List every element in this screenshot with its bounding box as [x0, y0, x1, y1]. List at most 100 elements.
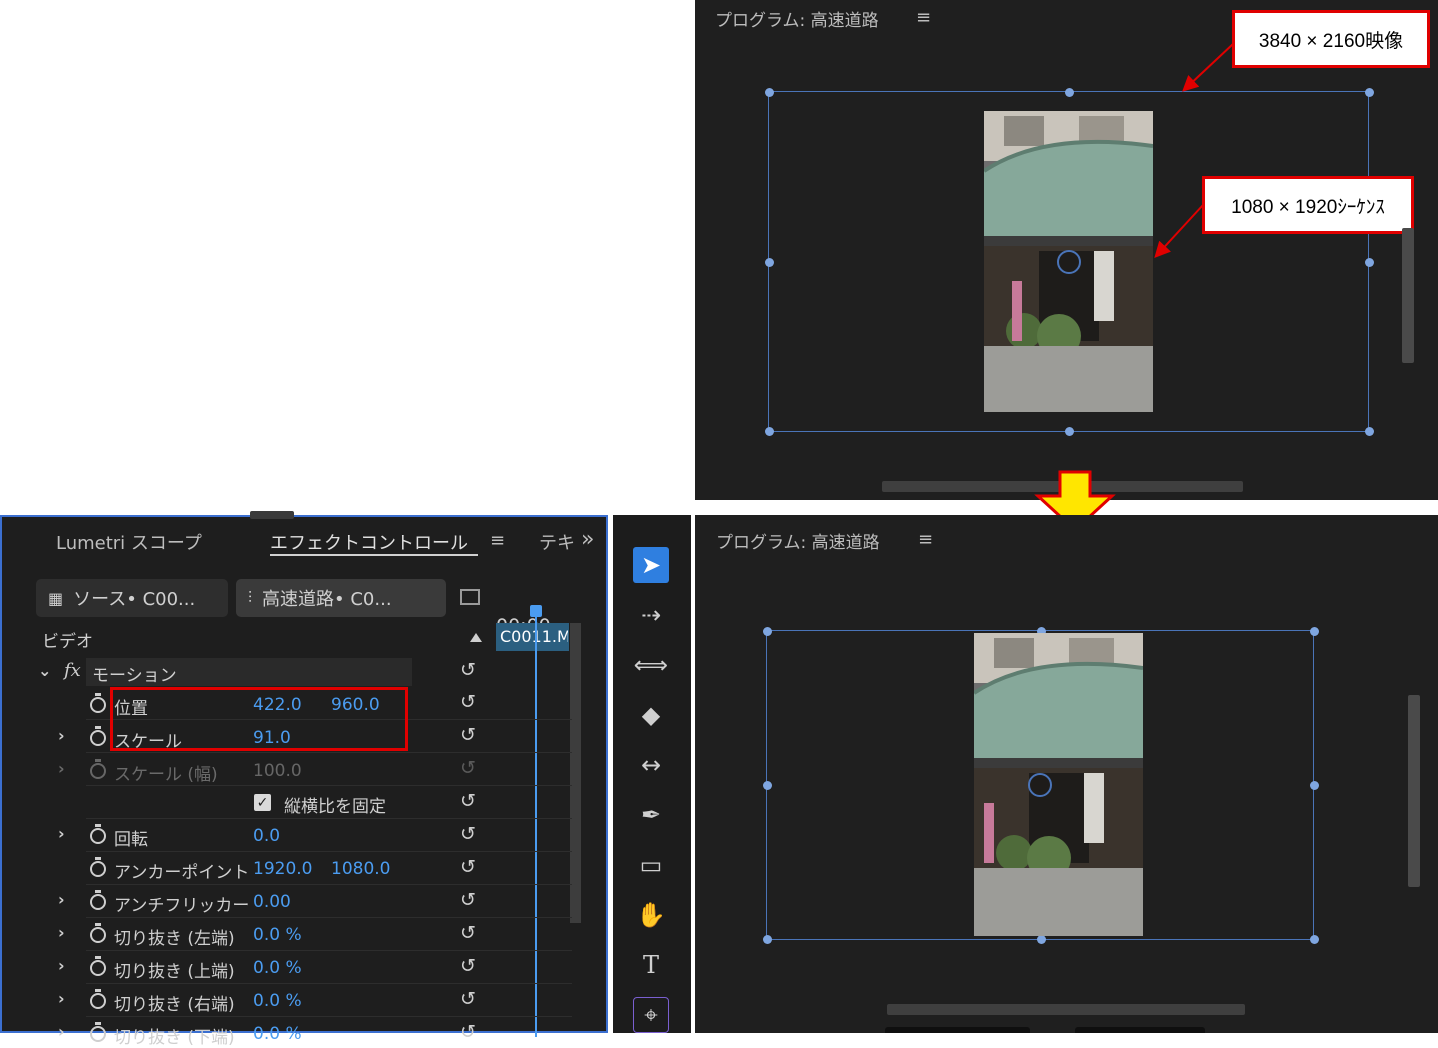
ripple-edit-tool-icon[interactable]: ⟺: [633, 647, 669, 683]
tab-lumetri-scope[interactable]: Lumetri スコープ: [56, 529, 202, 555]
panel-grip[interactable]: [250, 511, 294, 519]
scale-width-label: スケール (幅): [114, 765, 218, 785]
tools-panel: ➤ ⇢ ⟺ ◆ ↔ ✒ ▭ ✋ T ⌖: [613, 515, 691, 1033]
crop-left-label: 切り抜き (左端): [114, 929, 235, 949]
transform-handle[interactable]: [1309, 626, 1319, 636]
rotation-label: 回転: [114, 830, 148, 850]
rectangle-tool-icon[interactable]: ▭: [633, 847, 669, 883]
stopwatch-icon[interactable]: [90, 989, 106, 1009]
active-tab-underline: [270, 554, 478, 556]
source-clip-selector[interactable]: ▦ ソース• C00...: [36, 579, 228, 617]
crop-bottom-value[interactable]: 0.0 %: [253, 1024, 302, 1044]
panel-scrollbar[interactable]: [570, 623, 581, 923]
top-program-monitor: プログラム: 高速道路 ≡ 3840 × 2160映像 1080 × 1920ｼ…: [695, 0, 1438, 500]
program-frame-image: [974, 633, 1143, 936]
panel-menu-icon[interactable]: ≡: [490, 530, 505, 551]
stopwatch-icon[interactable]: [90, 857, 106, 877]
row-divider: [86, 950, 572, 951]
chevron-right-icon[interactable]: ›: [58, 824, 65, 843]
tab-text[interactable]: テキ: [539, 529, 575, 555]
slip-tool-icon[interactable]: ↔: [633, 747, 669, 783]
reset-icon[interactable]: ↺: [460, 659, 476, 681]
overflow-icon[interactable]: »: [581, 527, 594, 552]
anchor-x-value[interactable]: 1920.0: [253, 859, 312, 879]
motion-label: モーション: [92, 666, 177, 686]
effect-controls-panel: Lumetri スコープ エフェクトコントロール ≡ テキ » ▦ ソース• C…: [0, 511, 608, 1048]
monitor-control-bar: [1075, 1027, 1205, 1033]
transform-handle[interactable]: [762, 780, 772, 790]
fx-icon: fx: [64, 660, 81, 681]
anchor-y-value[interactable]: 1080.0: [331, 859, 390, 879]
anti-flicker-label: アンチフリッカー: [114, 896, 250, 916]
playhead-line[interactable]: [535, 617, 537, 1037]
crop-right-value[interactable]: 0.0 %: [253, 991, 302, 1011]
reset-icon[interactable]: ↺: [460, 823, 476, 845]
callout-arrows: [1154, 43, 1234, 258]
monitor-title: プログラム: 高速道路: [716, 533, 880, 553]
stopwatch-icon: [90, 759, 106, 779]
chevron-right-icon[interactable]: ›: [58, 956, 65, 975]
crop-bottom-label: 切り抜き (下端): [114, 1028, 235, 1048]
reframe-tool-icon[interactable]: ⌖: [633, 997, 669, 1033]
bottom-program-monitor: プログラム: 高速道路 ≡: [695, 515, 1438, 1033]
stopwatch-icon[interactable]: [90, 1022, 106, 1042]
crop-top-value[interactable]: 0.0 %: [253, 958, 302, 978]
scale-width-value: 100.0: [253, 761, 302, 781]
row-divider: [86, 785, 572, 786]
stopwatch-icon[interactable]: [90, 824, 106, 844]
clip-name: C0011.M: [500, 627, 568, 646]
chevron-down-icon[interactable]: ⌄: [38, 661, 51, 680]
uniform-scale-checkbox[interactable]: ✓: [254, 794, 271, 811]
reset-icon[interactable]: ↺: [460, 1021, 476, 1043]
anchor-point-icon[interactable]: [1028, 773, 1052, 797]
row-divider: [86, 752, 572, 753]
chevron-right-icon[interactable]: ›: [58, 923, 65, 942]
vertical-scrollbar[interactable]: [1402, 228, 1414, 363]
anti-flicker-value[interactable]: 0.00: [253, 892, 291, 912]
transform-handle[interactable]: [762, 626, 772, 636]
uniform-scale-label: 縦横比を固定: [284, 797, 386, 817]
horizontal-scrollbar[interactable]: [887, 1004, 1245, 1015]
transform-handle[interactable]: [1309, 780, 1319, 790]
playhead-handle[interactable]: [530, 605, 542, 617]
stopwatch-icon[interactable]: [90, 923, 106, 943]
reset-icon[interactable]: ↺: [460, 955, 476, 977]
stopwatch-icon[interactable]: [90, 693, 106, 713]
sequence-clip-selector[interactable]: ⫶ 高速道路• C0...: [236, 579, 446, 617]
chevron-right-icon[interactable]: ›: [58, 989, 65, 1008]
selection-tool-icon[interactable]: ➤: [633, 547, 669, 583]
chevron-right-icon[interactable]: ›: [58, 890, 65, 909]
stopwatch-icon[interactable]: [90, 956, 106, 976]
chevron-right-icon[interactable]: ›: [58, 726, 65, 745]
panel-menu-icon[interactable]: ≡: [918, 529, 933, 550]
toggle-timeline-icon[interactable]: [460, 589, 480, 605]
transform-handle[interactable]: [1309, 934, 1319, 944]
chevron-right-icon[interactable]: ›: [58, 1022, 65, 1041]
track-select-tool-icon[interactable]: ⇢: [633, 597, 669, 633]
film-icon: ▦: [48, 588, 64, 608]
crop-left-value[interactable]: 0.0 %: [253, 925, 302, 945]
type-tool-icon[interactable]: T: [633, 947, 669, 983]
reset-icon[interactable]: ↺: [460, 889, 476, 911]
row-divider: [86, 884, 572, 885]
collapse-up-icon[interactable]: [470, 633, 482, 642]
reset-icon[interactable]: ↺: [460, 856, 476, 878]
tab-effect-controls[interactable]: エフェクトコントロール: [270, 529, 468, 555]
razor-tool-icon[interactable]: ◆: [633, 697, 669, 733]
row-divider: [86, 818, 572, 819]
vertical-scrollbar[interactable]: [1408, 695, 1420, 887]
stopwatch-icon[interactable]: [90, 890, 106, 910]
row-divider: [86, 983, 572, 984]
hand-tool-icon[interactable]: ✋: [633, 897, 669, 933]
pen-tool-icon[interactable]: ✒: [633, 797, 669, 833]
reset-icon[interactable]: ↺: [460, 724, 476, 746]
reset-icon[interactable]: ↺: [460, 988, 476, 1010]
reset-icon[interactable]: ↺: [460, 691, 476, 713]
transform-handle[interactable]: [762, 934, 772, 944]
rotation-value[interactable]: 0.0: [253, 826, 280, 846]
reset-icon[interactable]: ↺: [460, 922, 476, 944]
reset-icon[interactable]: ↺: [460, 790, 476, 812]
monitor-control-bar: [885, 1027, 1030, 1033]
sequence-icon: ⫶: [248, 588, 253, 607]
stopwatch-icon[interactable]: [90, 726, 106, 746]
